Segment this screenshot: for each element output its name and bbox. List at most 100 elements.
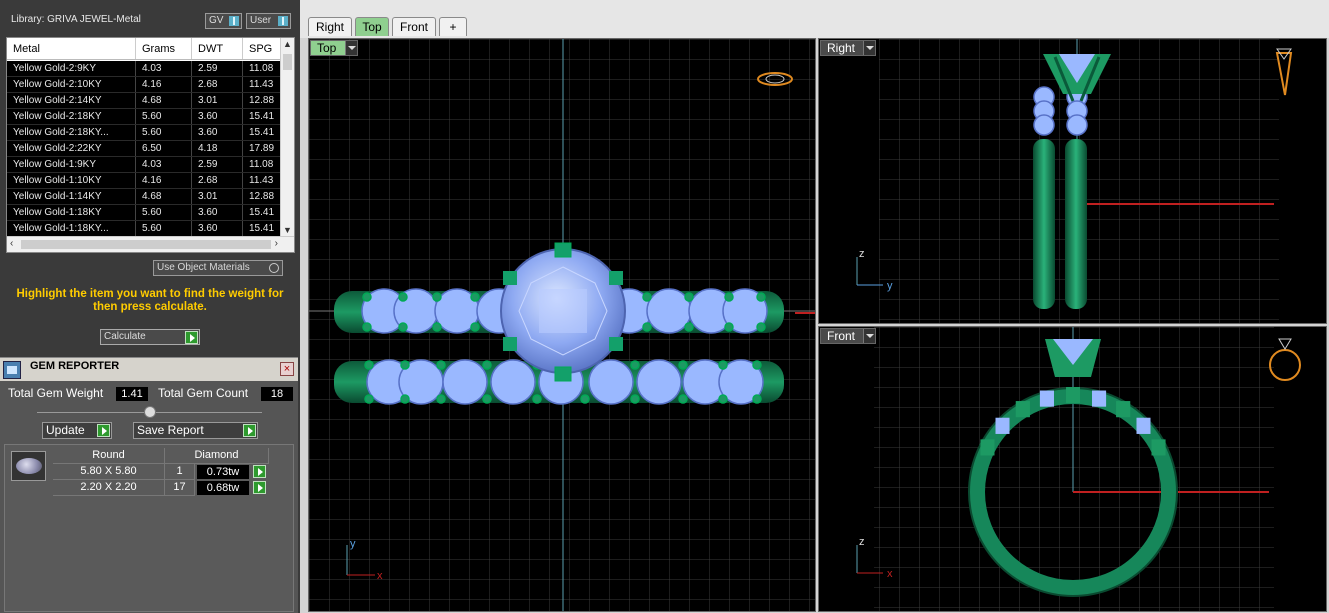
play-icon [185, 331, 198, 344]
play-icon[interactable] [253, 481, 266, 494]
table-cell: 11.43 [249, 79, 274, 90]
table-row[interactable]: Yellow Gold-1:18KY... 5.60 3.60 15.41 [7, 221, 282, 237]
table-cell: 11.08 [249, 159, 274, 170]
table-cell: 4.68 [136, 93, 192, 108]
right-view-dropdown[interactable]: Right [820, 40, 876, 56]
table-cell: 15.41 [249, 127, 275, 138]
side-stone [678, 360, 688, 370]
table-row[interactable]: Yellow Gold-2:9KY 4.03 2.59 11.08 [7, 61, 282, 77]
table-vertical-scrollbar[interactable]: ▲ ▼ [280, 38, 294, 236]
calculate-button[interactable]: Calculate [100, 329, 200, 345]
save-report-button[interactable]: Save Report [133, 422, 258, 439]
calculate-label: Calculate [104, 331, 146, 342]
side-stone [400, 394, 410, 404]
tab-top[interactable]: Top [355, 17, 389, 36]
table-cell: 4.18 [192, 141, 243, 156]
col-grams[interactable]: Grams [136, 38, 192, 59]
col-metal[interactable]: Metal [7, 38, 136, 59]
scroll-up-icon[interactable]: ▲ [283, 39, 292, 49]
right-viewport[interactable]: z y Right [818, 38, 1327, 324]
table-cell: 15.41 [249, 111, 275, 122]
side-stone [470, 292, 480, 302]
total-count-label: Total Gem Count [158, 386, 249, 400]
library-bar: Library: GRIVA JEWEL-Metal GV User [0, 8, 298, 34]
app-window: Library: GRIVA JEWEL-Metal GV User Metal… [0, 0, 1329, 613]
scroll-right-icon[interactable]: › [275, 238, 278, 249]
table-row[interactable]: Yellow Gold-2:10KY 4.16 2.68 11.43 [7, 77, 282, 93]
scroll-down-icon[interactable]: ▼ [283, 225, 292, 235]
table-cell: 4.16 [136, 173, 192, 188]
close-icon[interactable]: × [280, 362, 294, 376]
axis-z-label: z [859, 536, 865, 548]
gem-weight: 0.68tw [197, 481, 249, 495]
table-row[interactable]: Yellow Gold-2:18KY 5.60 3.60 15.41 [7, 109, 282, 125]
side-stone [684, 292, 694, 302]
scroll-thumb[interactable] [283, 54, 292, 70]
table-row[interactable]: Yellow Gold-2:18KY... 5.60 3.60 15.41 [7, 125, 282, 141]
side-stone [630, 394, 640, 404]
viewport-area: Right Top Front + y x Top z y Right z x … [300, 0, 1329, 613]
slider-handle[interactable] [144, 406, 156, 418]
col-dwt[interactable]: DWT [192, 38, 243, 59]
shank-left [1033, 139, 1055, 309]
play-icon[interactable] [253, 465, 266, 478]
scroll-left-icon[interactable]: ‹ [10, 238, 13, 249]
add-tab-icon[interactable]: + [439, 17, 467, 36]
table-cell: 15.41 [249, 207, 275, 218]
table-row[interactable]: Yellow Gold-1:18KY 5.60 3.60 15.41 [7, 205, 282, 221]
table-cell: 4.16 [136, 77, 192, 92]
play-icon [243, 424, 256, 437]
side-stone [482, 360, 492, 370]
table-row[interactable]: Yellow Gold-1:10KY 4.16 2.68 11.43 [7, 173, 282, 189]
side-stone [1136, 417, 1151, 434]
viewport-tab-bar: Right Top Front + [300, 0, 1329, 38]
side-stone [436, 394, 446, 404]
side-stone [1116, 401, 1131, 418]
gem-count: 17 [165, 480, 195, 496]
side-stone [1092, 390, 1107, 407]
table-cell: 3.60 [192, 125, 243, 140]
table-cell: 4.03 [136, 61, 192, 76]
table-row[interactable]: Yellow Gold-1:14KY 4.68 3.01 12.88 [7, 189, 282, 205]
instruction-text: Highlight the item you want to find the … [16, 288, 284, 313]
side-stone [642, 292, 652, 302]
update-label: Update [46, 423, 85, 437]
shape-header: Round [53, 448, 165, 464]
side-stone [636, 359, 682, 405]
side-stone [364, 394, 374, 404]
table-row[interactable]: Yellow Gold-1:9KY 4.03 2.59 11.08 [7, 157, 282, 173]
axis-y-label: y [887, 280, 893, 292]
table-cell: 2.59 [192, 157, 243, 172]
top-viewport[interactable]: y x Top [308, 38, 816, 612]
table-cell: 5.60 [136, 109, 192, 124]
table-horizontal-scrollbar[interactable]: ‹ › [7, 236, 294, 252]
side-stone [432, 322, 442, 332]
front-viewport[interactable]: z x Front [818, 326, 1327, 612]
gv-toggle[interactable]: GV [205, 13, 242, 29]
side-stone [432, 292, 442, 302]
hscroll-thumb[interactable] [21, 240, 271, 249]
side-stone [756, 322, 766, 332]
side-stone [362, 292, 372, 302]
update-button[interactable]: Update [42, 422, 112, 439]
side-stone [718, 394, 728, 404]
top-view-dropdown[interactable]: Top [310, 40, 358, 56]
col-spg[interactable]: SPG [243, 38, 282, 59]
side-stone [752, 394, 762, 404]
table-cell: Yellow Gold-2:18KY... [7, 125, 136, 140]
table-row[interactable]: Yellow Gold-2:22KY 6.50 4.18 17.89 [7, 141, 282, 157]
tab-front[interactable]: Front [392, 17, 436, 36]
use-object-materials-toggle[interactable]: Use Object Materials [153, 260, 283, 276]
table-cell: 11.08 [249, 63, 274, 74]
table-cell: 3.01 [192, 189, 243, 204]
table-cell: 15.41 [249, 223, 275, 234]
table-row[interactable]: Yellow Gold-2:14KY 4.68 3.01 12.88 [7, 93, 282, 109]
side-stone [362, 322, 372, 332]
table-cell: Yellow Gold-2:14KY [7, 93, 136, 108]
front-view-dropdown[interactable]: Front [820, 328, 876, 344]
side-stone [490, 359, 536, 405]
table-cell: Yellow Gold-1:9KY [7, 157, 136, 172]
tab-right[interactable]: Right [308, 17, 352, 36]
table-cell: 2.59 [192, 61, 243, 76]
user-toggle[interactable]: User [246, 13, 291, 29]
